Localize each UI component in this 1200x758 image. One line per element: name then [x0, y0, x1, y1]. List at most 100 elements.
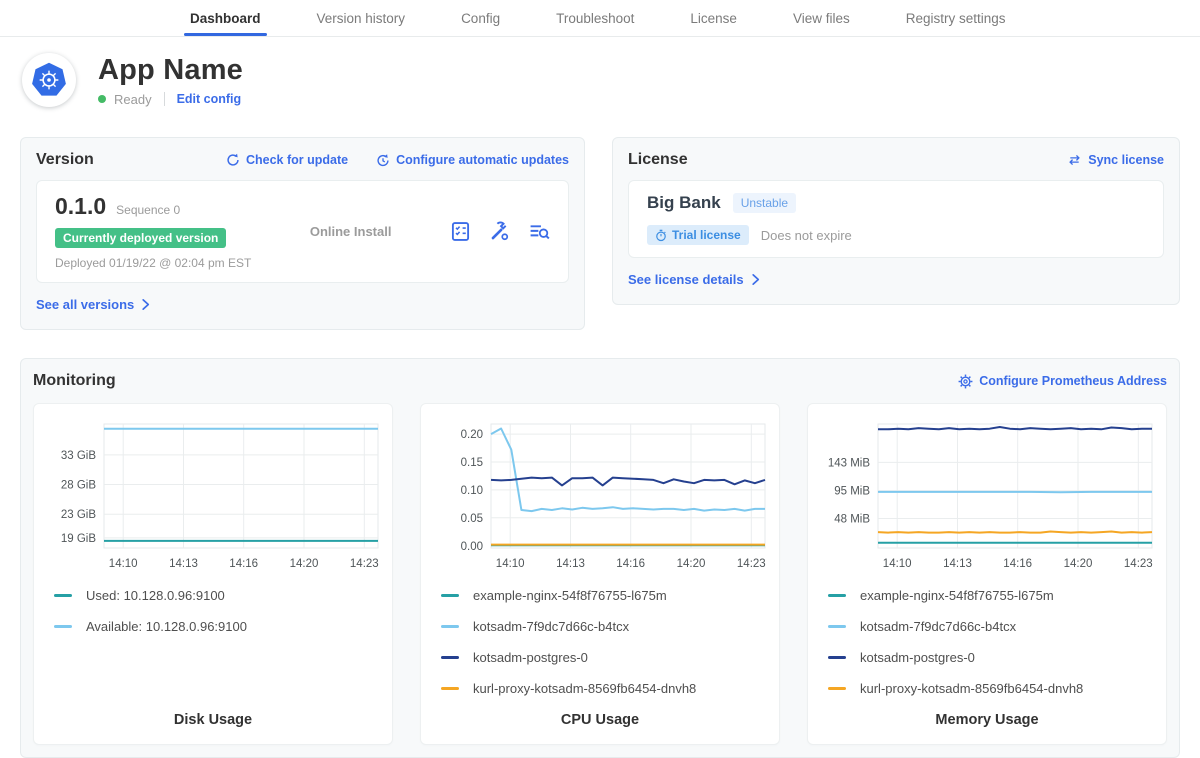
chevron-right-icon: [140, 298, 151, 311]
svg-text:143 MiB: 143 MiB: [828, 457, 871, 469]
cpu-usage-legend: example-nginx-54f8f76755-l675m kotsadm-7f…: [441, 588, 771, 712]
legend-row: example-nginx-54f8f76755-l675m: [441, 588, 771, 603]
configure-prometheus-link[interactable]: Configure Prometheus Address: [958, 374, 1167, 389]
legend-row: kurl-proxy-kotsadm-8569fb6454-dnvh8: [441, 681, 771, 696]
legend-label: example-nginx-54f8f76755-l675m: [860, 588, 1054, 603]
clock-refresh-icon: [376, 153, 390, 167]
see-license-details-link[interactable]: See license details: [628, 272, 761, 287]
disk-usage-chart-card: 14:10 14:13 14:16 14:20 14:23 33 GiB 28 GiB 23 …: [33, 403, 393, 745]
disk-usage-legend: Used: 10.128.0.96:9100 Available: 10.128.…: [54, 588, 384, 650]
svg-text:28 GiB: 28 GiB: [61, 480, 96, 492]
legend-label: kurl-proxy-kotsadm-8569fb6454-dnvh8: [860, 681, 1083, 696]
legend-swatch: [828, 625, 846, 628]
edit-config-wrench-icon[interactable]: [489, 221, 510, 242]
deployed-badge: Currently deployed version: [55, 228, 226, 248]
divider: [164, 92, 165, 106]
disk-usage-chart: 14:10 14:13 14:16 14:20 14:23 33 GiB 28 GiB 23 …: [42, 416, 386, 574]
trial-license-badge: Trial license: [647, 225, 749, 245]
stopwatch-icon: [655, 229, 667, 242]
svg-text:48 MiB: 48 MiB: [834, 514, 870, 526]
svg-text:14:10: 14:10: [496, 558, 525, 570]
memory-usage-chart-card: 14:10 14:13 14:16 14:20 14:23 143 MiB 95 MiB 48…: [807, 403, 1167, 745]
license-title: License: [628, 151, 688, 169]
svg-text:14:10: 14:10: [883, 558, 912, 570]
legend-swatch: [54, 625, 72, 628]
cpu-usage-chart: 14:1014:1314:1614:2014:230.200.150.100.0…: [429, 416, 773, 574]
status-text: Ready: [114, 92, 152, 107]
svg-text:14:16: 14:16: [1003, 558, 1032, 570]
sync-license-link[interactable]: Sync license: [1067, 153, 1164, 167]
chart-title: Disk Usage: [42, 712, 384, 734]
chart-title: Memory Usage: [816, 712, 1158, 734]
deploy-logs-icon[interactable]: [528, 221, 550, 242]
svg-text:33 GiB: 33 GiB: [61, 450, 96, 462]
tab-dashboard[interactable]: Dashboard: [190, 0, 261, 36]
svg-text:0.15: 0.15: [461, 457, 483, 469]
monitoring-title: Monitoring: [33, 372, 116, 390]
svg-text:95 MiB: 95 MiB: [834, 486, 870, 498]
tab-view-files[interactable]: View files: [793, 0, 850, 36]
svg-text:14:13: 14:13: [556, 558, 585, 570]
check-for-update-link[interactable]: Check for update: [226, 153, 348, 167]
install-type-label: Online Install: [310, 224, 392, 239]
tab-config[interactable]: Config: [461, 0, 500, 36]
kubernetes-logo-icon: [22, 53, 76, 107]
svg-text:14:20: 14:20: [677, 558, 706, 570]
svg-text:14:20: 14:20: [290, 558, 319, 570]
legend-label: kurl-proxy-kotsadm-8569fb6454-dnvh8: [473, 681, 696, 696]
status-dot: [98, 95, 106, 103]
svg-text:14:10: 14:10: [109, 558, 138, 570]
see-all-versions-link[interactable]: See all versions: [36, 297, 151, 312]
svg-text:0.00: 0.00: [461, 541, 483, 553]
tab-troubleshoot[interactable]: Troubleshoot: [556, 0, 634, 36]
svg-text:14:23: 14:23: [1124, 558, 1153, 570]
svg-text:14:23: 14:23: [350, 558, 379, 570]
version-title: Version: [36, 151, 94, 169]
chart-title: CPU Usage: [429, 712, 771, 734]
svg-text:19 GiB: 19 GiB: [61, 533, 96, 545]
tab-registry-settings[interactable]: Registry settings: [906, 0, 1006, 36]
svg-text:14:23: 14:23: [737, 558, 766, 570]
top-nav: Dashboard Version history Config Trouble…: [0, 0, 1200, 37]
legend-row: kurl-proxy-kotsadm-8569fb6454-dnvh8: [828, 681, 1158, 696]
tab-license[interactable]: License: [690, 0, 737, 36]
refresh-icon: [226, 153, 240, 167]
legend-row: Available: 10.128.0.96:9100: [54, 619, 384, 634]
memory-usage-chart: 14:10 14:13 14:16 14:20 14:23 143 MiB 95 MiB 48…: [816, 416, 1160, 574]
version-sequence: Sequence 0: [116, 203, 180, 217]
legend-label: kotsadm-postgres-0: [860, 650, 975, 665]
channel-badge: Unstable: [733, 193, 796, 213]
legend-row: kotsadm-postgres-0: [441, 650, 771, 665]
memory-usage-legend: example-nginx-54f8f76755-l675m kotsadm-7f…: [828, 588, 1158, 712]
legend-label: Available: 10.128.0.96:9100: [86, 619, 247, 634]
legend-label: Used: 10.128.0.96:9100: [86, 588, 225, 603]
svg-text:14:20: 14:20: [1064, 558, 1093, 570]
legend-label: kotsadm-7f9dc7d66c-b4tcx: [473, 619, 629, 634]
current-version-card: 0.1.0 Sequence 0 Currently deployed vers…: [36, 180, 569, 283]
svg-text:14:13: 14:13: [169, 558, 198, 570]
preflight-checks-icon[interactable]: [450, 221, 471, 242]
legend-swatch: [828, 687, 846, 690]
gear-icon: [958, 374, 973, 389]
legend-row: kotsadm-7f9dc7d66c-b4tcx: [828, 619, 1158, 634]
svg-text:0.10: 0.10: [461, 485, 483, 497]
svg-text:23 GiB: 23 GiB: [61, 509, 96, 521]
legend-swatch: [441, 656, 459, 659]
monitoring-panel: Monitoring Configure Prometheus Address …: [20, 358, 1180, 758]
sync-icon: [1067, 153, 1082, 167]
legend-swatch: [441, 687, 459, 690]
expiry-text: Does not expire: [761, 228, 852, 243]
version-number: 0.1.0: [55, 193, 106, 220]
tab-version-history[interactable]: Version history: [317, 0, 406, 36]
configure-automatic-updates-link[interactable]: Configure automatic updates: [376, 153, 569, 167]
customer-name: Big Bank: [647, 193, 721, 213]
license-panel: License Sync license Big Bank Unstable T…: [612, 137, 1180, 305]
svg-text:14:13: 14:13: [943, 558, 972, 570]
svg-text:0.20: 0.20: [461, 429, 483, 441]
legend-label: kotsadm-postgres-0: [473, 650, 588, 665]
legend-label: kotsadm-7f9dc7d66c-b4tcx: [860, 619, 1016, 634]
chevron-right-icon: [750, 273, 761, 286]
svg-text:14:16: 14:16: [229, 558, 258, 570]
edit-config-link[interactable]: Edit config: [177, 92, 242, 106]
svg-text:0.05: 0.05: [461, 513, 483, 525]
